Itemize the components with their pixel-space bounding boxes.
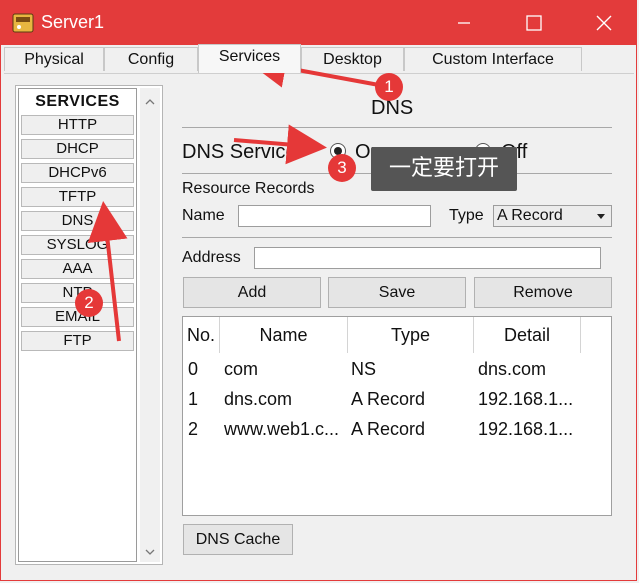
annotation-tooltip: 一定要打开 bbox=[371, 147, 517, 191]
server-window: Server1 Physical Config Services Desktop… bbox=[0, 0, 637, 581]
tab-services[interactable]: Services bbox=[198, 44, 301, 73]
annotation-arrow-2 bbox=[87, 201, 128, 342]
annotation-badge-3: 3 bbox=[328, 154, 356, 182]
annotation-badge-1: 1 bbox=[375, 73, 403, 101]
annotation-badge-2: 2 bbox=[75, 289, 103, 317]
annotation-arrow-3 bbox=[233, 124, 327, 165]
